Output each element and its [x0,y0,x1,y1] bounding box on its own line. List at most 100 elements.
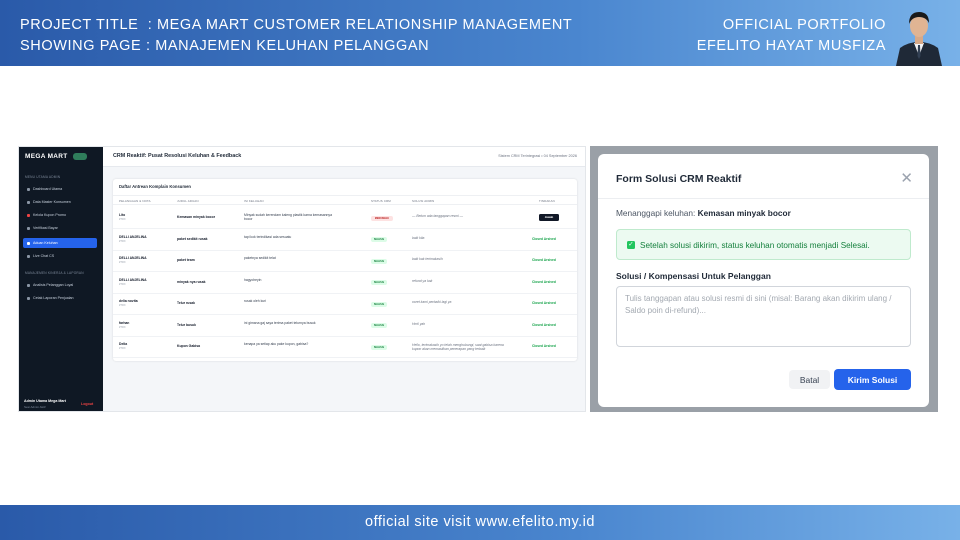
complaint-body: ini gimana gaj saya terima paket telurny… [244,320,316,325]
column-header: ISI KELUHAN [244,199,264,204]
table-row: DELLI ANJELINA #TRX paket team paketnya sed… [113,250,577,272]
closed-archived-label: Closed Arsived [532,322,556,327]
sidebar-item-label: Live Chat CS [33,254,55,258]
footer-text: official site visit www.efelito.my.id [365,514,595,530]
complaint-title: paket sedikit rusak [177,236,208,241]
responding-info: Menanggapi keluhan: Kemasan minyak bocor [616,208,791,218]
complaint-title: Telur busuk [177,322,196,327]
status-badge: SELESAI [371,323,387,328]
brand-logo: MEGA MART [25,153,68,160]
solution-textarea[interactable] [616,286,911,347]
sidebar-item-dashboard[interactable]: Dashboard Utama [23,184,97,194]
portfolio-label: OFFICIAL PORTFOLIO [722,17,886,33]
sidebar-item-kupon[interactable]: Kelola Kupon Promo [23,210,97,220]
admin-solution: Hmil yah [412,321,426,326]
customer-name: Lito [119,213,126,217]
status-badge: SELESAI [371,280,387,285]
invoice-number: #TRX [119,282,126,286]
admin-name: Admin Utama Mega Mart [24,399,66,403]
footer-banner: official site visit www.efelito.my.id [0,505,960,540]
info-alert: ✓ Setelah solusi dikirim, status keluhan… [616,229,911,260]
payment-icon [27,226,30,230]
column-header: JUDUL ADUAN [177,199,199,204]
brand-badge [73,153,87,160]
divider [598,198,929,199]
sidebar-item-livechat[interactable]: Live Chat CS [23,251,97,261]
database-icon [27,200,30,204]
responding-label: Menanggapi keluhan: [616,208,696,218]
complaint-title: Telur rusak [177,301,196,305]
reply-button[interactable]: Jawab [539,214,559,221]
project-title: PROJECT TITLE : MEGA MART CUSTOMER RELAT… [20,17,573,33]
crm-dashboard-screenshot: MEGA MART MENU UTAMA ADMIN Dashboard Uta… [18,146,586,412]
table-title: Daftar Antrean Komplain Konsumen [119,184,191,189]
complaint-body: rusak oleh kuri [244,299,267,303]
showing-page: SHOWING PAGE : MANAJEMEN KELUHAN PELANGG… [20,38,430,54]
invoice-number: #TRX [119,304,126,307]
column-header: STATUS CRM [371,199,391,204]
solution-form-modal: Form Solusi CRM Reaktif ✕ Menanggapi kel… [598,154,929,407]
logout-button[interactable]: Logout [81,402,93,406]
page-title: CRM Reaktif: Pusat Resolusi Keluhan & Fe… [113,153,242,159]
table-row: Delia #TRX Kupon Gabisa kenapa ya setiap ak… [113,336,577,358]
status-badge: SELESAI [371,237,387,242]
complaint-table-card: Daftar Antrean Komplain Konsumen PELANGG… [113,179,577,361]
sidebar-item-laporan[interactable]: Cetak Laporan Penjualan [23,293,97,303]
cancel-button[interactable]: Batal [789,370,830,389]
submit-solution-button[interactable]: Kirim Solusi [834,369,911,390]
sidebar-item-analisis[interactable]: Analisis Pelanggan Loyal [23,280,97,290]
project-info: PROJECT TITLE : MEGA MART CUSTOMER RELAT… [20,15,572,57]
sidebar-item-verifikasi[interactable]: Verifikasi Bayar [23,223,97,233]
complaint-body: hagyoheyin [244,277,262,282]
complaint-title: Kupon Gabisa [177,344,200,348]
table-header: PELANGGAN & NOTA JUDUL ADUAN ISI KELUHAN… [113,195,577,205]
invoice-number: #TRX [119,239,126,243]
status-badge: SELESAI [371,344,387,350]
complaint-title: paket team [177,258,195,262]
sidebar: MEGA MART MENU UTAMA ADMIN Dashboard Uta… [19,147,103,411]
modal-title: Form Solusi CRM Reaktif [616,173,742,185]
author-name: EFELITO HAYAT MUSFIZA [696,38,886,54]
sidebar-item-label: Data Master Konsumen [33,200,71,204]
customer-name: DELLI ANJELINA [119,277,147,282]
print-icon [27,296,30,300]
topbar: CRM Reaktif: Pusat Resolusi Keluhan & Fe… [103,147,585,167]
customer-name: Delia [119,342,128,346]
column-header: TINDAKAN [539,199,555,204]
closed-archived-label: Closed Arsived [532,279,556,284]
invoice-number: #TRX [119,325,126,329]
sidebar-item-data-master[interactable]: Data Master Konsumen [23,197,97,207]
invoice-number: #TRX [119,347,126,350]
sidebar-section-report: MANAJEMEN KINERJA & LAPORAN [25,271,84,275]
customer-name: delia novita [119,299,138,303]
author-photo [894,4,944,66]
chat-icon [27,254,30,258]
complaint-title: minyak nya rusak [177,279,206,284]
status-badge: SELESAI [371,258,387,264]
admin-solution: — Belum ada tanggapan resmi — [412,214,464,218]
sidebar-item-label: Analisis Pelanggan Loyal [33,283,74,287]
solution-field-label: Solusi / Kompensasi Untuk Pelanggan [616,271,771,281]
system-info: Sistem CRM Terintegrasi • 04 September 2… [498,154,577,158]
complaint-body: tapi kok terindikasi ada sesuatu [244,234,292,239]
check-icon: ✓ [627,241,635,249]
customer-name: farhan [119,320,130,325]
table-row: farhan #TRX Telur busuk ini gimana gaj saya… [113,315,577,337]
responding-value: Kemasan minyak bocor [697,208,791,218]
close-icon[interactable]: ✕ [900,169,913,187]
dashboard-icon [27,187,30,191]
alert-text: Setelah solusi dikirim, status keluhan o… [640,241,870,250]
sidebar-item-aduan[interactable]: Aduan Keluhan [23,238,97,248]
admin-solution: refund ya kak [412,278,433,283]
column-header: SOLUSI ADMIN [412,199,435,204]
status-badge: MENUNGGU [371,215,393,221]
table-row: delia novita #TRX Telur rusak rusak oleh ku… [113,293,577,315]
sidebar-item-label: Verifikasi Bayar [33,226,58,230]
customer-name: DELLI ANJELINA [119,234,147,239]
closed-archived-label: Closed Arsived [532,301,556,305]
admin-solution: baik kita [412,235,425,240]
table-row: DELLI ANJELINA #TRX paket sedikit rusak tap… [113,229,577,251]
status-badge: SELESAI [371,301,387,307]
admin-solution: baik kak terimakasih [412,257,443,261]
admin-role: Sesi Admin Aktif [24,405,46,409]
